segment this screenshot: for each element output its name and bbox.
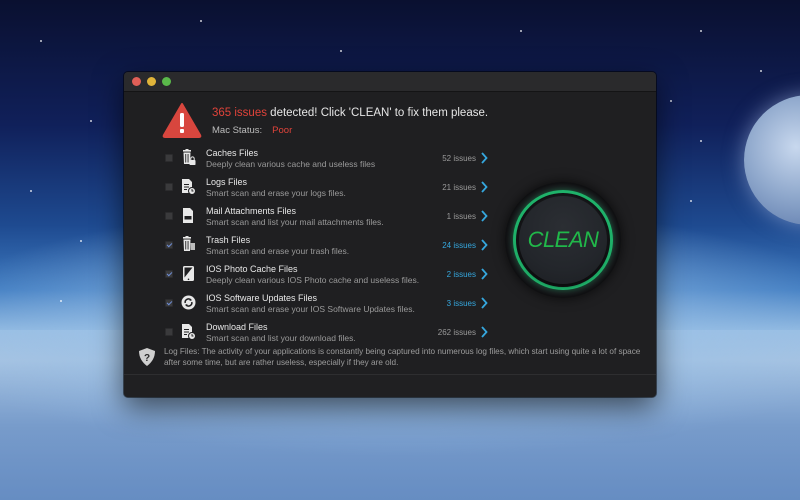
category-title: Logs Files	[206, 177, 248, 187]
chevron-right-icon[interactable]	[480, 325, 488, 338]
star	[670, 100, 672, 102]
svg-text:?: ?	[144, 353, 150, 364]
scan-category-row[interactable]: Mail Attachments Files Smart scan and lis…	[162, 205, 492, 234]
scan-category-row[interactable]: IOS Software Updates Files Smart scan and…	[162, 292, 492, 321]
star	[700, 140, 702, 142]
category-checkbox[interactable]	[165, 183, 173, 191]
window-footer	[124, 374, 656, 397]
issue-count-link[interactable]: 3 issues	[447, 299, 476, 308]
shield-question-icon: ?	[139, 348, 155, 366]
trash-lock-icon	[181, 149, 196, 166]
clean-button[interactable]: CLEAN	[519, 196, 607, 284]
chevron-right-icon[interactable]	[480, 296, 488, 309]
scan-category-row[interactable]: Trash Files Smart scan and erase your tra…	[162, 234, 492, 263]
clean-button-label: CLEAN	[527, 227, 599, 252]
scan-category-row[interactable]: Caches Files Deeply clean various cache a…	[162, 147, 492, 176]
title-bar[interactable]	[124, 72, 656, 92]
document-clock-icon	[181, 178, 196, 195]
issues-headline: 365 issues detected! Click 'CLEAN' to fi…	[212, 107, 488, 119]
category-description: Deeply clean various IOS Photo cache and…	[206, 275, 420, 285]
document-icon	[181, 207, 196, 224]
category-title: Mail Attachments Files	[206, 206, 297, 216]
refresh-icon	[181, 294, 196, 311]
category-title: Trash Files	[206, 235, 251, 245]
category-title: Caches Files	[206, 148, 259, 158]
trash-icon	[181, 236, 196, 253]
warning-triangle-icon	[162, 103, 202, 138]
info-panel: ? Log Files: The activity of your applic…	[138, 346, 643, 368]
chevron-right-icon[interactable]	[480, 238, 488, 251]
status-label: Mac Status:	[212, 125, 263, 136]
window-maximize-button[interactable]	[162, 77, 171, 86]
star	[90, 120, 92, 122]
category-checkbox[interactable]	[165, 299, 173, 307]
star	[760, 70, 762, 72]
category-checkbox[interactable]	[165, 328, 173, 336]
issue-count-link[interactable]: 21 issues	[442, 183, 476, 192]
category-checkbox[interactable]	[165, 241, 173, 249]
star	[340, 50, 342, 52]
chevron-right-icon[interactable]	[480, 267, 488, 280]
issue-count-link[interactable]: 2 issues	[447, 270, 476, 279]
category-checkbox[interactable]	[165, 270, 173, 278]
star	[690, 200, 692, 202]
moon	[744, 95, 800, 225]
category-checkbox[interactable]	[165, 154, 173, 162]
star	[80, 240, 82, 242]
clean-button-bezel: CLEAN	[505, 182, 621, 298]
star	[40, 40, 42, 42]
issue-count: 365 issues	[212, 107, 267, 119]
issue-count-link[interactable]: 52 issues	[442, 154, 476, 163]
status-value: Poor	[272, 125, 293, 136]
star	[200, 20, 202, 22]
scan-category-row[interactable]: IOS Photo Cache Files Deeply clean variou…	[162, 263, 492, 292]
headline-text: detected! Click 'CLEAN' to fix them plea…	[266, 107, 489, 119]
issue-count-link[interactable]: 1 issues	[447, 212, 476, 221]
category-title: IOS Software Updates Files	[206, 293, 318, 303]
issue-count-link[interactable]: 24 issues	[442, 241, 476, 250]
category-description: Smart scan and erase your logs files.	[206, 188, 346, 198]
chevron-right-icon[interactable]	[480, 209, 488, 222]
document-clock-icon	[181, 323, 196, 340]
category-description: Smart scan and list your download files.	[206, 333, 356, 343]
category-title: IOS Photo Cache Files	[206, 264, 298, 274]
star	[520, 30, 522, 32]
star	[700, 30, 702, 32]
category-description: Smart scan and erase your trash files.	[206, 246, 350, 256]
issue-count-link[interactable]: 262 issues	[438, 328, 476, 337]
chevron-right-icon[interactable]	[480, 180, 488, 193]
scan-summary: 365 issues detected! Click 'CLEAN' to fi…	[162, 102, 488, 138]
window-close-button[interactable]	[132, 77, 141, 86]
scan-category-row[interactable]: Logs Files Smart scan and erase your logs…	[162, 176, 492, 205]
category-description: Smart scan and list your mail attachment…	[206, 217, 384, 227]
star	[30, 190, 32, 192]
category-checkbox[interactable]	[165, 212, 173, 220]
category-description: Deeply clean various cache and useless f…	[206, 159, 376, 169]
scan-category-list: Caches Files Deeply clean various cache a…	[162, 147, 492, 350]
app-window: 365 issues detected! Click 'CLEAN' to fi…	[124, 72, 656, 397]
tablet-icon	[181, 265, 196, 282]
info-text: Log Files: The activity of your applicat…	[164, 347, 641, 367]
star	[60, 300, 62, 302]
mac-status: Mac Status: Poor	[212, 125, 488, 136]
category-title: Download Files	[206, 322, 268, 332]
window-minimize-button[interactable]	[147, 77, 156, 86]
category-description: Smart scan and erase your IOS Software U…	[206, 304, 415, 314]
chevron-right-icon[interactable]	[480, 151, 488, 164]
